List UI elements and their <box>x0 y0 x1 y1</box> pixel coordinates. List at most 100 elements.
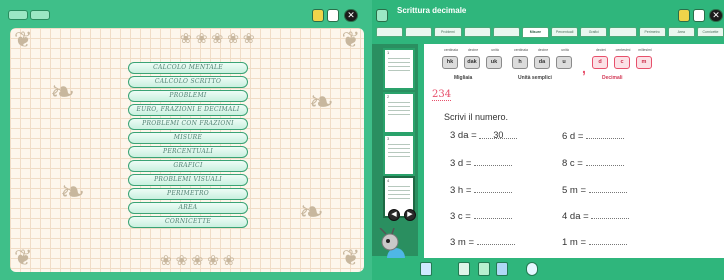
tab-perimetro[interactable]: Perimetro <box>638 27 666 37</box>
ornament-icon: ❦ <box>14 246 33 271</box>
close-icon[interactable]: ✕ <box>709 9 723 22</box>
exercise-prompt: 5 m = <box>562 185 587 196</box>
page-icon[interactable] <box>693 9 705 22</box>
exercise-page: centinaia hk decine dak unità uk centinaia h… <box>424 44 724 258</box>
answer-field[interactable] <box>591 210 630 219</box>
prev-page-button[interactable]: ◀ <box>388 209 400 221</box>
border-ornament-icon: ❀❀❀❀❀ <box>180 31 259 47</box>
next-page-button[interactable]: ▶ <box>404 209 416 221</box>
answer-field[interactable] <box>474 184 513 193</box>
exercise-item: 3 h = <box>450 184 513 196</box>
instruction-text: Scrivi il numero. <box>444 112 509 122</box>
exercise-prompt: 3 c = <box>450 211 471 222</box>
hand-icon[interactable] <box>458 262 470 276</box>
thumbnail-number: 2 <box>387 94 390 99</box>
exercise-item: 8 c = <box>562 157 624 169</box>
tab-cornicette[interactable]: Cornicette <box>696 27 724 37</box>
left-toolbar: ✕ <box>0 0 372 26</box>
tab-problemi[interactable]: Problemi <box>434 27 462 37</box>
tab-misure[interactable]: Misure <box>521 27 550 38</box>
answer-field[interactable] <box>476 236 515 245</box>
menu-item-percentuali[interactable]: PERCENTUALI <box>128 146 248 158</box>
answer-field[interactable] <box>473 210 512 219</box>
menu-item-area[interactable]: AREA <box>128 202 248 214</box>
left-panel: ✕ ❦ ❦ ❦ ❦ ❧ ❧ ❧ ❧ ❀❀❀❀❀ ❀❀❀❀❀ CALCOLO ME… <box>0 0 372 280</box>
tab-area[interactable]: Area <box>667 27 695 37</box>
ornament-icon: ❦ <box>341 246 360 271</box>
answer-field[interactable] <box>474 157 513 166</box>
decimal-comma: , <box>582 60 586 76</box>
exercise-item: 5 m = <box>562 184 627 196</box>
pv-caption: decine <box>537 48 549 52</box>
pv-box: c <box>614 56 630 69</box>
exercise-item: 3 c = <box>450 210 512 222</box>
thumbnail-number: 4 <box>387 178 390 183</box>
page-thumbnail[interactable]: 2 <box>383 92 415 134</box>
exercise-item: 6 d = <box>562 130 625 142</box>
thumbnail-number: 3 <box>387 136 390 141</box>
menu-paper: ❦ ❦ ❦ ❦ ❧ ❧ ❧ ❧ ❀❀❀❀❀ ❀❀❀❀❀ CALCOLO MENT… <box>10 28 364 272</box>
ornament-icon: ❦ <box>341 28 360 53</box>
place-value-migliaia: centinaia hk decine dak unità uk <box>442 48 504 69</box>
pv-box: uk <box>486 56 502 69</box>
page-title: Scrittura decimale <box>397 6 467 15</box>
exercise-item: 4 da = <box>562 210 630 222</box>
pv-box: h <box>512 56 528 69</box>
eraser-icon[interactable] <box>496 262 508 276</box>
menu-item-perimetro[interactable]: PERIMETRO <box>128 188 248 200</box>
ornament-icon: ❦ <box>14 28 33 53</box>
swirl-icon: ❧ <box>60 175 86 210</box>
exercise-prompt: 3 da = <box>450 130 477 141</box>
keyboard-icon[interactable] <box>420 262 432 276</box>
thumbnail-number: 1 <box>387 50 390 55</box>
answer-field[interactable] <box>585 157 624 166</box>
bottom-toolbar <box>372 258 724 280</box>
page-icon[interactable] <box>327 9 339 22</box>
menu-item-euro-frazioni-decimali[interactable]: EURO, FRAZIONI E DECIMALI <box>128 104 248 116</box>
close-icon[interactable]: ✕ <box>344 9 358 22</box>
back-icon[interactable] <box>376 9 388 22</box>
notebook-icon[interactable] <box>678 9 690 22</box>
notebook-icon[interactable] <box>312 9 324 22</box>
tab-2[interactable] <box>405 27 433 37</box>
grid-icon[interactable] <box>478 262 490 276</box>
right-panel: Scrittura decimale ✕ Problemi Misure Per… <box>372 0 724 280</box>
menu-item-calcolo-mentale[interactable]: CALCOLO MENTALE <box>128 62 248 74</box>
pv-group-label: Decimali <box>602 75 623 81</box>
left-tab-2[interactable] <box>30 10 50 20</box>
swirl-icon: ❧ <box>50 75 76 110</box>
exercise-item: 1 m = <box>562 236 627 248</box>
exercise-prompt: 8 c = <box>562 158 583 169</box>
menu-item-calcolo-scritto[interactable]: CALCOLO SCRITTO <box>128 76 248 88</box>
answer-field[interactable] <box>588 184 627 193</box>
tab-5[interactable] <box>492 27 520 37</box>
menu-item-problemi[interactable]: PROBLEMI <box>128 90 248 102</box>
tab-4[interactable] <box>463 27 491 37</box>
answer-field[interactable]: 30 <box>479 130 518 140</box>
menu-item-problemi-visuali[interactable]: PROBLEMI VISUALI <box>128 174 248 186</box>
refresh-icon[interactable] <box>526 262 538 276</box>
exercise-item: 3 m = <box>450 236 515 248</box>
left-tab-1[interactable] <box>8 10 28 20</box>
exercise-item: 3 d = <box>450 157 513 169</box>
menu-item-misure[interactable]: MISURE <box>128 132 248 144</box>
exercise-prompt: 3 m = <box>450 237 475 248</box>
pv-box: hk <box>442 56 458 69</box>
pv-caption: centinaia <box>513 48 528 52</box>
pv-caption: unità <box>561 48 569 52</box>
tab-1[interactable] <box>376 27 404 37</box>
pv-box: da <box>534 56 550 69</box>
menu-item-cornicette[interactable]: CORNICETTE <box>128 216 248 228</box>
tab-9[interactable] <box>609 27 637 37</box>
menu-item-grafici[interactable]: GRAFICI <box>128 160 248 172</box>
tab-percentuali[interactable]: Percentuali <box>551 27 579 37</box>
page-thumbnail[interactable]: 1 <box>383 48 415 90</box>
page-thumbnail[interactable]: 3 <box>383 134 415 176</box>
answer-field[interactable] <box>586 130 625 139</box>
exercise-prompt: 1 m = <box>562 237 587 248</box>
tab-grafici[interactable]: Grafici <box>580 27 608 37</box>
border-ornament-icon: ❀❀❀❀❀ <box>160 253 239 269</box>
swirl-icon: ❧ <box>308 85 334 120</box>
answer-field[interactable] <box>588 236 627 245</box>
menu-item-problemi-con-frazioni[interactable]: PROBLEMI CON FRAZIONI <box>128 118 248 130</box>
